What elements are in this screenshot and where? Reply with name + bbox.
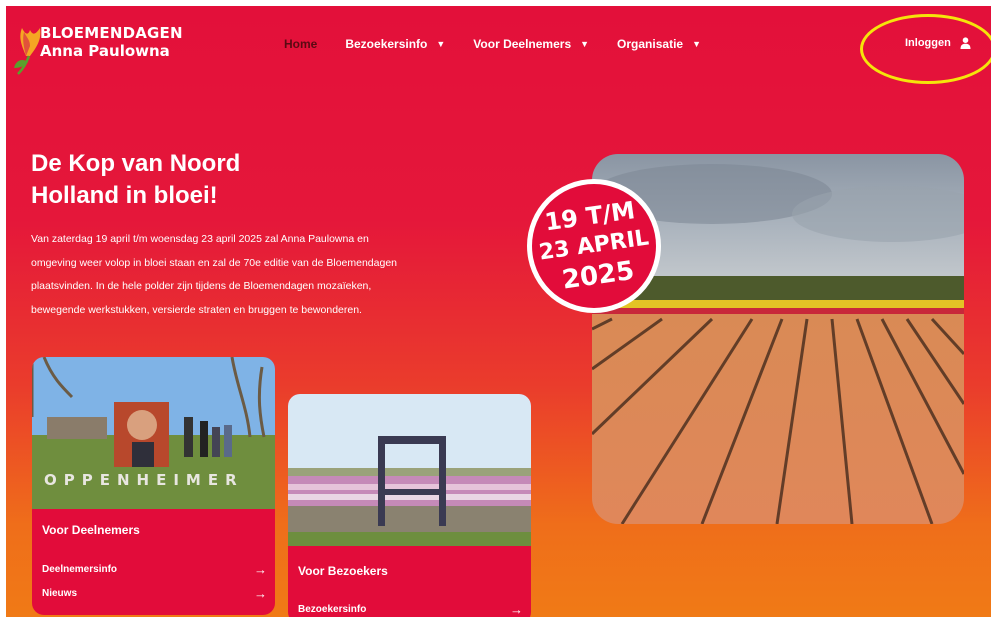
date-badge: 19 T/M 23 APRIL 2025	[525, 177, 663, 315]
oppenheimer-mosaic-image: OPPENHEIMER	[32, 357, 275, 509]
badge-text: 19 T/M 23 APRIL 2025	[516, 168, 672, 324]
nav-item-label: Organisatie	[617, 37, 684, 51]
link-nieuws[interactable]: Nieuws →	[42, 586, 267, 601]
flower-frame-field-image	[288, 394, 531, 546]
site-logo[interactable]: BLOEMENDAGEN Anna Paulowna	[12, 16, 183, 78]
nav-item-home[interactable]: Home	[284, 37, 317, 51]
nav-item-label: Home	[284, 37, 318, 51]
card-voor-bezoekers[interactable]: Voor Bezoekers Bezoekersinfo →	[288, 394, 531, 617]
link-label: Bezoekersinfo	[298, 604, 367, 615]
link-label: Deelnemersinfo	[42, 564, 118, 575]
page: BLOEMENDAGEN Anna Paulowna Home Bezoeker…	[6, 6, 991, 617]
oppenheimer-flower-letters: OPPENHEIMER	[44, 471, 244, 489]
link-bezoekersinfo[interactable]: Bezoekersinfo →	[298, 602, 523, 617]
arrow-right-icon: →	[254, 562, 267, 577]
chevron-down-icon: ▼	[580, 39, 590, 49]
hero-title-line2: Holland in bloei!	[31, 182, 218, 209]
main-nav: Home Bezoekersinfo ▼ Voor Deelnemers ▼ O…	[284, 37, 729, 51]
logo-line2: Anna Paulowna	[40, 42, 170, 60]
hero-title-line1: De Kop van Noord	[31, 150, 241, 177]
hero-title: De Kop van Noord Holland in bloei!	[31, 148, 321, 212]
hero-text-line: omgeving weer volop in bloei staan en za…	[31, 256, 398, 269]
nav-item-label: Bezoekersinfo	[345, 37, 428, 51]
link-label: Nieuws	[42, 588, 78, 599]
chevron-down-icon: ▼	[436, 39, 446, 49]
highlight-annotation-ellipse	[860, 14, 991, 84]
card-voor-deelnemers[interactable]: OPPENHEIMER Voor Deelnemers Deelnemersin…	[32, 357, 275, 615]
card-title: Voor Bezoekers	[298, 564, 388, 578]
chevron-down-icon: ▼	[692, 39, 701, 49]
logo-line1: BLOEMENDAGEN	[40, 24, 183, 42]
hero-text-line: bewegende werkstukken, versierde straten…	[31, 303, 362, 316]
link-deelnemersinfo[interactable]: Deelnemersinfo →	[42, 562, 267, 577]
nav-item-voor-deelnemers[interactable]: Voor Deelnemers ▼	[473, 37, 589, 51]
nav-item-organisatie[interactable]: Organisatie ▼	[617, 37, 701, 51]
hero-description: Van zaterdag 19 april t/m woensdag 23 ap…	[31, 228, 431, 322]
hero-text-line: Van zaterdag 19 april t/m woensdag 23 ap…	[31, 233, 369, 245]
hero-text-line: plaatsvinden. In de hele polder zijn tij…	[31, 280, 372, 292]
arrow-right-icon: →	[254, 586, 267, 601]
logo-text: BLOEMENDAGEN Anna Paulowna	[40, 24, 183, 60]
nav-item-label: Voor Deelnemers	[473, 37, 572, 51]
nav-item-bezoekersinfo[interactable]: Bezoekersinfo ▼	[345, 37, 445, 51]
arrow-right-icon: →	[510, 602, 523, 617]
card-title: Voor Deelnemers	[42, 523, 140, 537]
